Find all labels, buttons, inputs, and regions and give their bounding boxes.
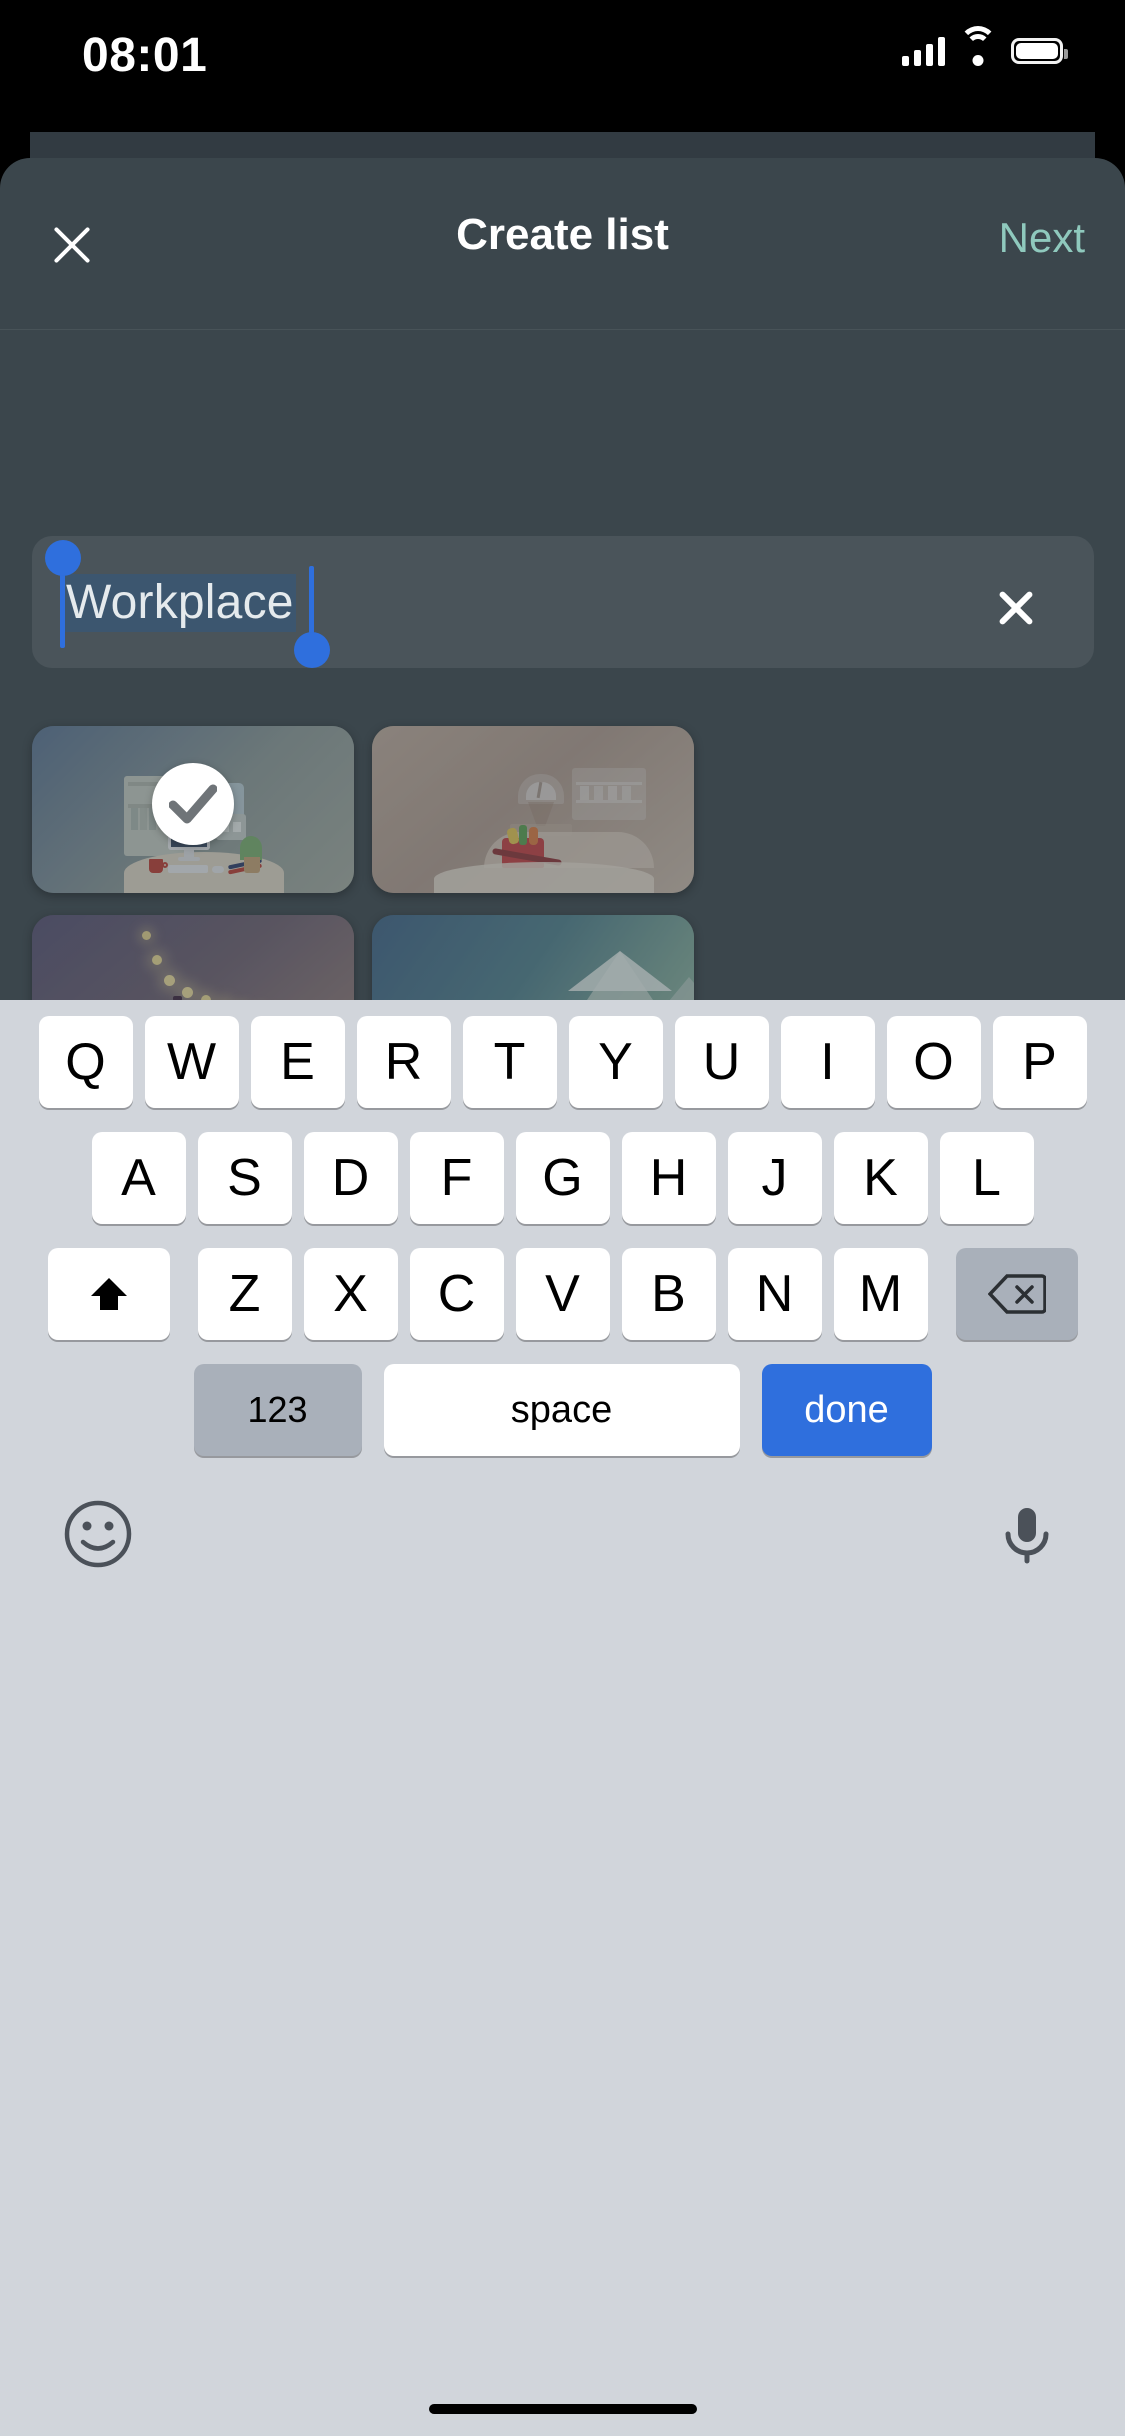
list-name-field[interactable]: Workplace [32,536,1094,668]
key-e[interactable]: E [250,1016,345,1108]
keyboard-row-1: Q W E R T Y U I O P [0,1016,1125,1108]
next-button[interactable]: Next [999,214,1085,262]
sheet-navbar: Create list Next [0,158,1125,330]
key-w[interactable]: W [144,1016,239,1108]
battery-icon [1011,38,1068,64]
backspace-icon[interactable] [955,1248,1078,1340]
space-key[interactable]: space [383,1364,740,1456]
key-k[interactable]: K [833,1132,928,1224]
cover-thumbnail-dinner-party[interactable] [32,915,354,1000]
key-o[interactable]: O [886,1016,981,1108]
key-d[interactable]: D [303,1132,398,1224]
selection-caret-end [309,566,314,642]
key-f[interactable]: F [409,1132,504,1224]
numbers-key[interactable]: 123 [193,1364,362,1456]
page-title: Create list [456,210,669,259]
cover-thumbnail-grid [32,726,1094,1000]
wifi-icon [959,26,997,66]
cover-thumbnail-office-desk[interactable] [32,726,354,893]
cover-grid-row-2 [32,915,1094,1000]
phone-screen: 08:01 Create list Next Workplace Q W E R… [0,0,1125,2436]
key-r[interactable]: R [356,1016,451,1108]
key-p[interactable]: P [992,1016,1087,1108]
key-z[interactable]: Z [197,1248,292,1340]
microphone-icon[interactable] [991,1498,1063,1570]
clear-x-icon[interactable] [990,582,1042,634]
key-h[interactable]: H [621,1132,716,1224]
key-n[interactable]: N [727,1248,822,1340]
selection-handle-start[interactable] [45,540,81,576]
cover-thumbnail-mountain-cabin[interactable] [372,915,694,1000]
keyboard-row-4: 123 space done [0,1364,1125,1456]
selection-caret-start [60,572,65,648]
cover-thumbnail-grocery-store[interactable] [372,726,694,893]
key-i[interactable]: I [780,1016,875,1108]
cover-overlay-veil [372,726,694,893]
key-l[interactable]: L [939,1132,1034,1224]
cover-grid-row-1 [32,726,1094,893]
home-indicator[interactable] [428,2404,697,2414]
status-bar-indicators [902,26,1068,66]
key-a[interactable]: A [91,1132,186,1224]
key-u[interactable]: U [674,1016,769,1108]
key-y[interactable]: Y [568,1016,663,1108]
key-q[interactable]: Q [38,1016,133,1108]
shift-up-arrow-icon[interactable] [47,1248,170,1340]
cover-overlay-veil [32,915,354,1000]
list-name-value[interactable]: Workplace [64,574,296,633]
key-c[interactable]: C [409,1248,504,1340]
checkmark-circle-icon [152,763,234,846]
emoji-smiley-icon[interactable] [62,1498,134,1570]
keyboard-bottom-bar [0,1480,1125,1570]
key-s[interactable]: S [197,1132,292,1224]
key-t[interactable]: T [462,1016,557,1108]
status-bar: 08:01 [0,0,1125,132]
selection-handle-end[interactable] [294,632,330,668]
key-v[interactable]: V [515,1248,610,1340]
cellular-signal-icon [902,36,945,66]
key-g[interactable]: G [515,1132,610,1224]
create-list-sheet: Create list Next Workplace [0,158,1125,1000]
key-j[interactable]: J [727,1132,822,1224]
key-m[interactable]: M [833,1248,928,1340]
status-bar-time: 08:01 [82,29,208,82]
navbar-divider [0,329,1125,330]
keyboard-row-3: Z X C V B N M [0,1248,1125,1340]
done-key[interactable]: done [761,1364,932,1456]
key-x[interactable]: X [303,1248,398,1340]
key-b[interactable]: B [621,1248,716,1340]
cover-overlay-veil [372,915,694,1000]
keyboard-row-2: A S D F G H J K L [0,1132,1125,1224]
software-keyboard: Q W E R T Y U I O P A S D F G H J K L Z … [0,1000,1125,2436]
